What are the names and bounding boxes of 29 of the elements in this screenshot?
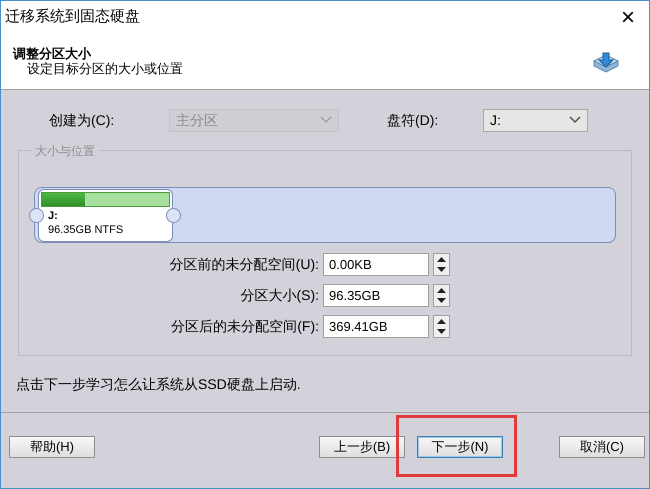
header-subtitle: 设定目标分区的大小或位置 bbox=[26, 60, 183, 76]
dialog-button[interactable]: 上一步(B) bbox=[319, 436, 405, 458]
spin-buttons[interactable] bbox=[433, 253, 450, 276]
dialog-button[interactable]: 下一步(N) bbox=[417, 436, 503, 458]
dialog-button[interactable]: 取消(C) bbox=[559, 436, 645, 458]
spin-buttons[interactable] bbox=[433, 315, 450, 338]
size-field[interactable]: 0.00KB bbox=[323, 253, 429, 276]
field-label: 分区后的未分配空间(F): bbox=[171, 317, 319, 336]
chevron-icon bbox=[569, 116, 581, 124]
spin-buttons[interactable] bbox=[433, 284, 450, 307]
field-label: 分区大小(S): bbox=[240, 286, 319, 305]
drive-letter-label: 盘符(D): bbox=[387, 110, 440, 130]
partition-letter: J: bbox=[47, 210, 59, 223]
partition-info: 96.35GB NTFS bbox=[47, 223, 124, 238]
drive-letter-dropdown[interactable]: J: bbox=[483, 108, 588, 132]
size-field[interactable]: 96.35GB bbox=[323, 284, 429, 307]
chevron-icon bbox=[320, 116, 332, 124]
size-field[interactable]: 369.41GB bbox=[323, 315, 429, 338]
create-as-label: 创建为(C): bbox=[49, 110, 116, 130]
field-label: 分区前的未分配空间(U): bbox=[170, 255, 319, 274]
resize-handle[interactable] bbox=[166, 208, 181, 223]
header-title: 调整分区大小 bbox=[13, 46, 92, 60]
resize-handle[interactable] bbox=[29, 208, 44, 223]
dialog-button[interactable]: 帮助(H) bbox=[9, 436, 95, 458]
partition-block[interactable]: J: 96.35GB NTFS bbox=[38, 189, 173, 242]
group-title: 大小与位置 bbox=[31, 142, 99, 160]
close-button[interactable]: × bbox=[620, 6, 635, 30]
hint-text: 点击下一步学习怎么让系统从SSD硬盘上启动. bbox=[16, 374, 301, 394]
window-title: 迁移系统到固态硬盘 bbox=[5, 7, 140, 28]
